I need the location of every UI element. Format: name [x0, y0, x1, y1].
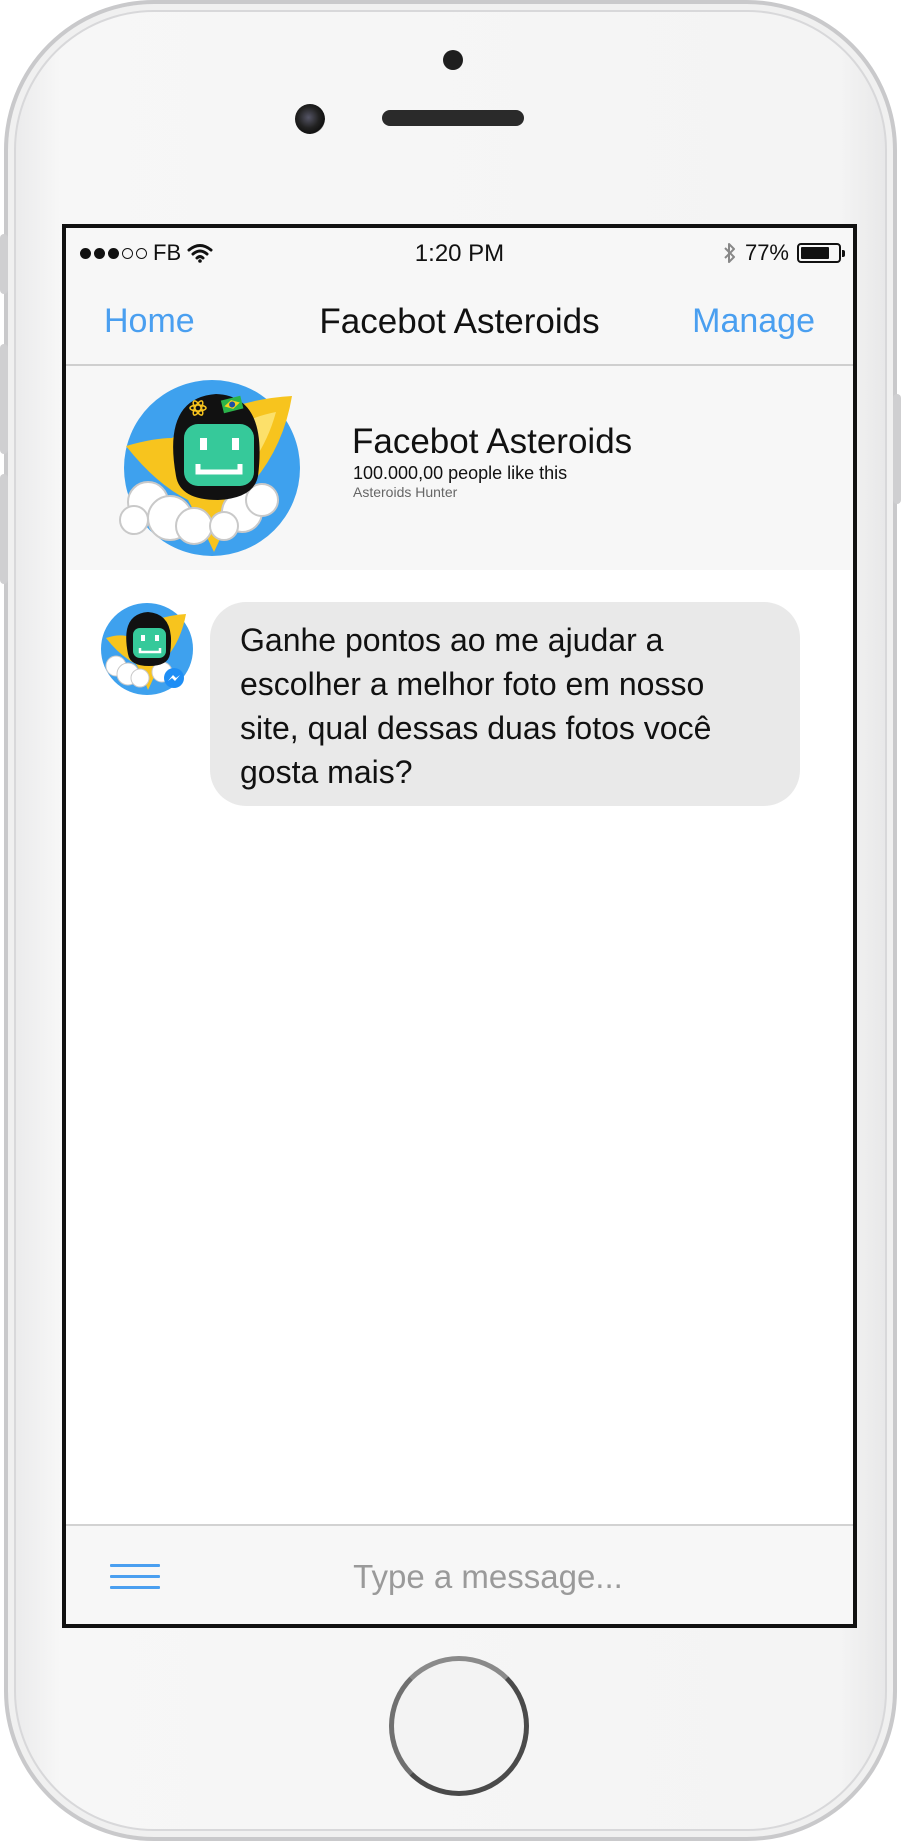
bluetooth-icon [724, 243, 735, 263]
power-button [893, 394, 901, 504]
message-bubble[interactable]: Ganhe pontos ao me ajudar a escolher a m… [210, 602, 800, 806]
page-likes: 100.000,00 people like this [353, 463, 568, 483]
phone-frame: FB 1:20 PM 77% Home Facebot Asteroids Ma… [0, 0, 901, 1841]
page-name[interactable]: Facebot Asteroids [352, 422, 632, 462]
navigation-bar: Home Facebot Asteroids Manage [66, 278, 853, 366]
volume-down-button [0, 474, 8, 584]
manage-button[interactable]: Manage [692, 302, 815, 341]
phone-screen: FB 1:20 PM 77% Home Facebot Asteroids Ma… [62, 224, 857, 1628]
menu-icon[interactable] [110, 1564, 160, 1590]
battery-percent: 77% [744, 240, 789, 265]
message-thread[interactable]: Ganhe pontos ao me ajudar a escolher a m… [66, 570, 853, 1624]
battery-fill [801, 247, 829, 259]
page-category: Asteroids Hunter [353, 484, 458, 500]
front-camera [295, 104, 325, 134]
compose-bar [66, 1524, 853, 1624]
menu-line [110, 1575, 160, 1578]
earpiece-speaker [382, 110, 524, 126]
proximity-sensor [443, 50, 463, 70]
battery-tip [842, 250, 845, 257]
volume-up-button [0, 344, 8, 454]
page-avatar[interactable] [114, 376, 314, 560]
status-bar: FB 1:20 PM 77% [66, 228, 853, 278]
home-button[interactable]: Home [104, 302, 195, 341]
status-right: 77% [723, 240, 845, 266]
page-header: Facebot Asteroids 100.000,00 people like… [66, 366, 853, 572]
battery-icon [797, 243, 845, 263]
bot-avatar[interactable] [100, 602, 194, 696]
home-hardware-button[interactable] [389, 1656, 529, 1796]
menu-line [110, 1586, 160, 1589]
message-input[interactable] [276, 1548, 700, 1606]
menu-line [110, 1564, 160, 1567]
mute-switch [0, 234, 8, 294]
